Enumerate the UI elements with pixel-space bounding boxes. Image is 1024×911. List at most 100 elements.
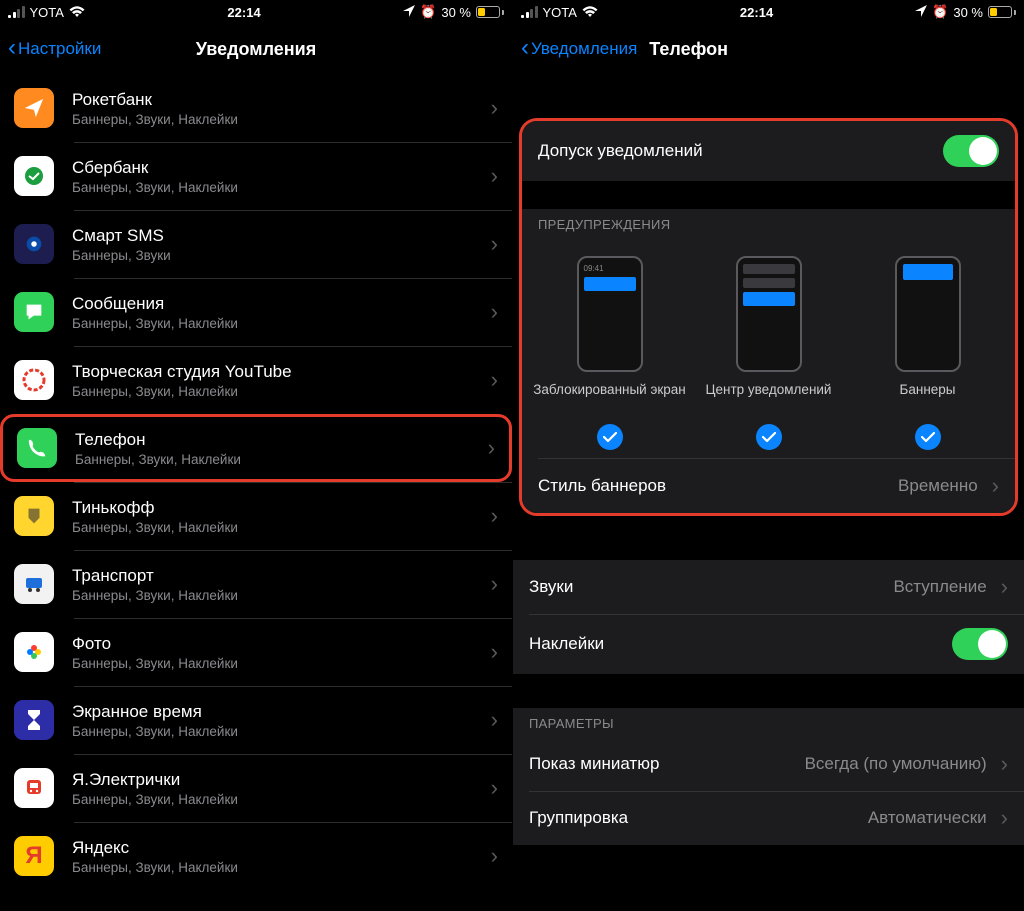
grouping-row[interactable]: Группировка Автоматически › bbox=[513, 791, 1024, 845]
app-detail: Баннеры, Звуки bbox=[72, 248, 483, 263]
chevron-right-icon: › bbox=[491, 367, 498, 393]
check-icon bbox=[597, 424, 623, 450]
banner-style-value: Временно bbox=[898, 476, 978, 496]
app-icon bbox=[14, 700, 54, 740]
back-button[interactable]: ‹ Уведомления bbox=[521, 39, 637, 60]
row-text: СообщенияБаннеры, Звуки, Наклейки bbox=[72, 294, 483, 331]
page-title: Телефон bbox=[649, 39, 728, 60]
phone-right: YOTA 22:14 ⏰ 30 % ‹ Уведомления Телефон bbox=[512, 0, 1024, 911]
app-detail: Баннеры, Звуки, Наклейки bbox=[72, 588, 483, 603]
allow-toggle[interactable] bbox=[943, 135, 999, 167]
params-group: ПАРАМЕТРЫ Показ миниатюр Всегда (по умол… bbox=[513, 708, 1024, 845]
badges-label: Наклейки bbox=[529, 634, 604, 654]
allow-notifications-row[interactable]: Допуск уведомлений bbox=[522, 121, 1015, 181]
status-bar: YOTA 22:14 ⏰ 30 % bbox=[0, 0, 512, 24]
chevron-right-icon: › bbox=[491, 231, 498, 257]
row-text: Творческая студия YouTubeБаннеры, Звуки,… bbox=[72, 362, 483, 399]
row-text: СбербанкБаннеры, Звуки, Наклейки bbox=[72, 158, 483, 195]
app-row-msg[interactable]: СообщенияБаннеры, Звуки, Наклейки › bbox=[0, 278, 512, 346]
allow-label: Допуск уведомлений bbox=[538, 141, 703, 161]
center-device-icon bbox=[736, 256, 802, 372]
badges-row[interactable]: Наклейки bbox=[513, 614, 1024, 674]
lock-device-icon: 09:41 bbox=[577, 256, 643, 372]
app-icon bbox=[14, 292, 54, 332]
app-row-screen[interactable]: Экранное времяБаннеры, Звуки, Наклейки› bbox=[0, 686, 512, 754]
app-name: Я.Электрички bbox=[72, 770, 483, 790]
carrier-label: YOTA bbox=[30, 5, 64, 20]
banner-style-row[interactable]: Стиль баннеров Временно › bbox=[522, 459, 1015, 513]
alert-label: Заблокированный экран bbox=[533, 382, 686, 416]
app-icon: Я bbox=[14, 836, 54, 876]
app-name: Телефон bbox=[75, 430, 480, 450]
chevron-right-icon: › bbox=[491, 775, 498, 801]
app-icon bbox=[14, 360, 54, 400]
app-name: Транспорт bbox=[72, 566, 483, 586]
battery-pct: 30 % bbox=[441, 5, 471, 20]
app-icon bbox=[14, 632, 54, 672]
app-name: Тинькофф bbox=[72, 498, 483, 518]
alerts-highlight-box: Допуск уведомлений ПРЕДУПРЕЖДЕНИЯ 09:41 … bbox=[519, 118, 1018, 516]
chevron-right-icon: › bbox=[491, 503, 498, 529]
sounds-value: Вступление bbox=[893, 577, 986, 597]
app-detail: Баннеры, Звуки, Наклейки bbox=[72, 384, 483, 399]
app-row-phone[interactable]: ТелефонБаннеры, Звуки, Наклейки› bbox=[0, 414, 512, 482]
row-text: Смарт SMSБаннеры, Звуки bbox=[72, 226, 483, 263]
alert-banners[interactable]: Баннеры bbox=[849, 256, 1006, 450]
location-icon bbox=[403, 5, 415, 20]
lock-time: 09:41 bbox=[584, 264, 636, 273]
phone-left: YOTA 22:14 ⏰ 30 % ‹ Настройки Уведомлени… bbox=[0, 0, 512, 911]
sounds-label: Звуки bbox=[529, 577, 573, 597]
app-row-sber[interactable]: СбербанкБаннеры, Звуки, Наклейки› bbox=[0, 142, 512, 210]
chevron-right-icon: › bbox=[1001, 805, 1008, 831]
app-name: Рокетбанк bbox=[72, 90, 483, 110]
alert-notification-center[interactable]: Центр уведомлений bbox=[690, 256, 847, 450]
preview-label: Показ миниатюр bbox=[529, 754, 659, 774]
spacer bbox=[522, 181, 1015, 209]
app-row-train[interactable]: Я.ЭлектричкиБаннеры, Звуки, Наклейки› bbox=[0, 754, 512, 822]
app-row-trans[interactable]: Транспорт Баннеры, Звуки, Наклейки › bbox=[0, 550, 512, 618]
chevron-left-icon: ‹ bbox=[521, 36, 529, 60]
app-icon bbox=[14, 224, 54, 264]
chevron-right-icon: › bbox=[992, 473, 999, 499]
app-row-yandex[interactable]: ЯЯндексБаннеры, Звуки, Наклейки› bbox=[0, 822, 512, 890]
app-icon bbox=[14, 156, 54, 196]
app-detail: Баннеры, Звуки, Наклейки bbox=[75, 452, 480, 467]
row-text: ФотоБаннеры, Звуки, Наклейки bbox=[72, 634, 483, 671]
app-row-sms[interactable]: Смарт SMSБаннеры, Звуки › bbox=[0, 210, 512, 278]
row-text: ТинькоффБаннеры, Звуки, Наклейки bbox=[72, 498, 483, 535]
app-row-photo[interactable]: ФотоБаннеры, Звуки, Наклейки› bbox=[0, 618, 512, 686]
params-header: ПАРАМЕТРЫ bbox=[513, 708, 1024, 737]
app-detail: Баннеры, Звуки, Наклейки bbox=[72, 724, 483, 739]
app-row-rocket[interactable]: РокетбанкБаннеры, Звуки, Наклейки› bbox=[0, 74, 512, 142]
chevron-right-icon: › bbox=[491, 707, 498, 733]
chevron-right-icon: › bbox=[491, 299, 498, 325]
back-label: Настройки bbox=[18, 39, 101, 59]
alarm-icon: ⏰ bbox=[420, 4, 436, 20]
spacer bbox=[513, 526, 1024, 560]
chevron-right-icon: › bbox=[491, 95, 498, 121]
chevron-right-icon: › bbox=[491, 571, 498, 597]
row-text: Транспорт Баннеры, Звуки, Наклейки bbox=[72, 566, 483, 603]
app-row-yt[interactable]: Творческая студия YouTubeБаннеры, Звуки,… bbox=[0, 346, 512, 414]
wifi-icon bbox=[69, 6, 85, 18]
alert-label: Баннеры bbox=[900, 382, 956, 416]
carrier-label: YOTA bbox=[543, 5, 577, 20]
app-name: Сообщения bbox=[72, 294, 483, 314]
wifi-icon bbox=[582, 6, 598, 18]
battery-icon bbox=[476, 6, 504, 18]
battery-icon bbox=[988, 6, 1016, 18]
check-icon bbox=[915, 424, 941, 450]
alerts-options: 09:41 Заблокированный экран Центр уведом… bbox=[522, 238, 1015, 458]
alert-label: Центр уведомлений bbox=[706, 382, 832, 416]
alerts-group: ПРЕДУПРЕЖДЕНИЯ 09:41 Заблокированный экр… bbox=[522, 209, 1015, 513]
back-button[interactable]: ‹ Настройки bbox=[8, 39, 101, 60]
sounds-row[interactable]: Звуки Вступление › bbox=[513, 560, 1024, 614]
alert-lock-screen[interactable]: 09:41 Заблокированный экран bbox=[531, 256, 688, 450]
battery-pct: 30 % bbox=[953, 5, 983, 20]
app-icon bbox=[14, 496, 54, 536]
signal-icon bbox=[8, 6, 25, 18]
nav-header: ‹ Уведомления Телефон bbox=[513, 24, 1024, 74]
app-row-tink[interactable]: ТинькоффБаннеры, Звуки, Наклейки › bbox=[0, 482, 512, 550]
badges-toggle[interactable] bbox=[952, 628, 1008, 660]
preview-row[interactable]: Показ миниатюр Всегда (по умолчанию) › bbox=[513, 737, 1024, 791]
